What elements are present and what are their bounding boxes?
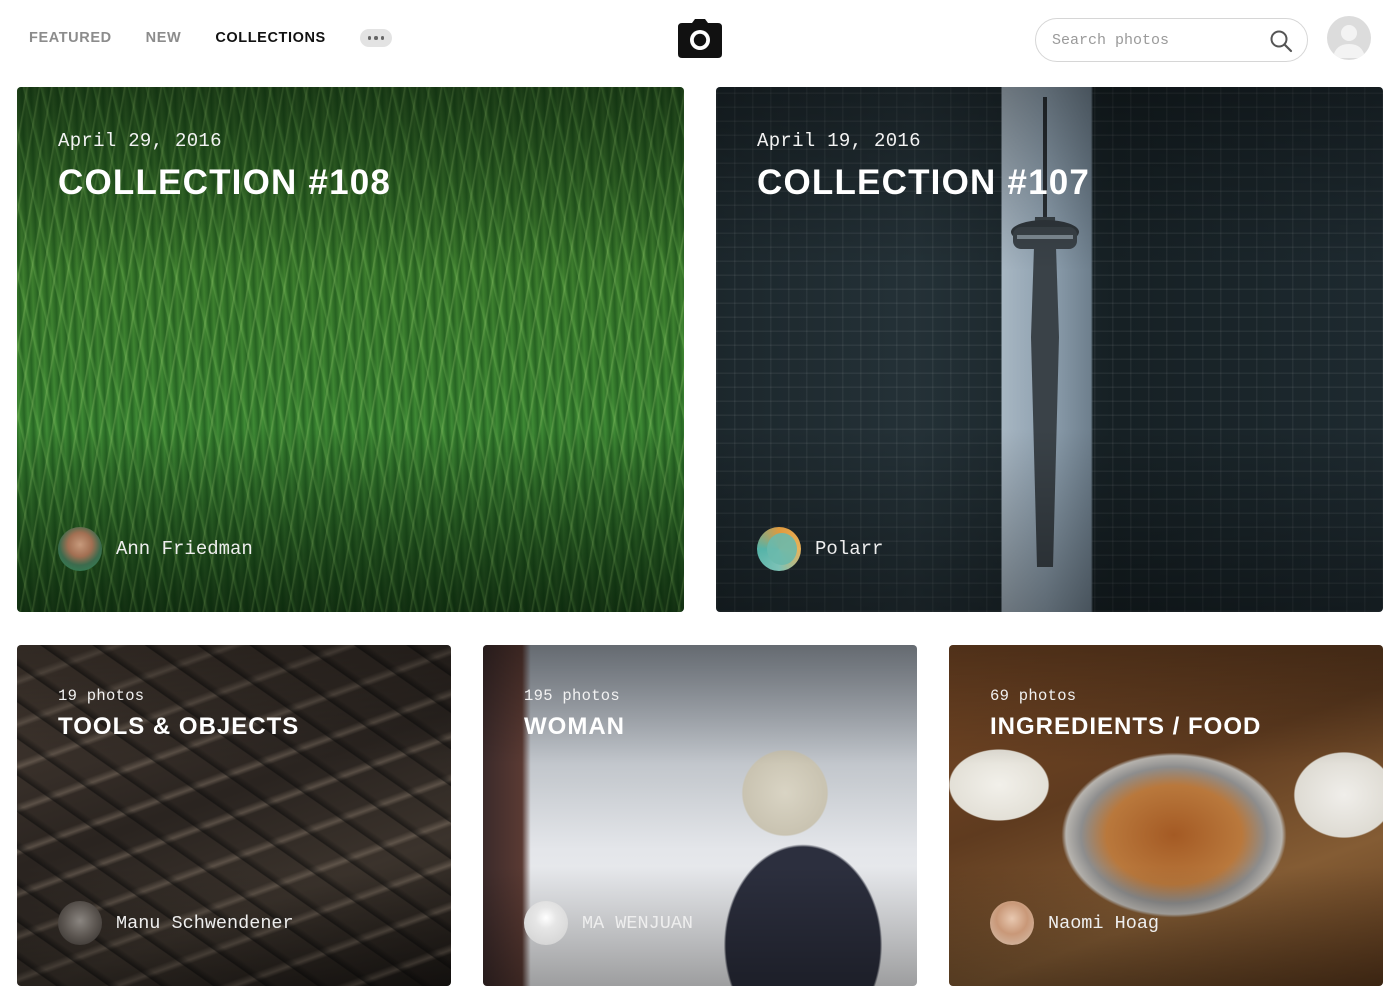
search-icon[interactable] [1269, 29, 1293, 53]
collection-card-tools-objects[interactable]: 19 photos TOOLS & OBJECTS Manu Schwenden… [17, 645, 451, 986]
collection-card-107[interactable]: April 19, 2016 COLLECTION #107 Polarr [716, 87, 1383, 612]
card-title[interactable]: COLLECTION #108 [58, 163, 391, 203]
card-author[interactable]: Ann Friedman [58, 527, 253, 571]
card-photo-count: 19 photos [58, 687, 145, 705]
nav-collections[interactable]: COLLECTIONS [215, 29, 326, 47]
card-title[interactable]: TOOLS & OBJECTS [58, 713, 299, 741]
card-author[interactable]: Naomi Hoag [990, 901, 1159, 945]
card-title[interactable]: COLLECTION #107 [757, 163, 1090, 203]
card-date: April 19, 2016 [757, 130, 921, 152]
card-author[interactable]: Manu Schwendener [58, 901, 294, 945]
card-title[interactable]: WOMAN [524, 713, 625, 741]
top-bar: FEATURED NEW COLLECTIONS [0, 0, 1400, 78]
card-author[interactable]: Polarr [757, 527, 883, 571]
author-name: Manu Schwendener [116, 912, 294, 934]
author-avatar [58, 527, 102, 571]
author-avatar [58, 901, 102, 945]
card-date: April 29, 2016 [58, 130, 222, 152]
author-avatar [990, 901, 1034, 945]
collection-card-108[interactable]: April 29, 2016 COLLECTION #108 Ann Fried… [17, 87, 684, 612]
card-title[interactable]: INGREDIENTS / FOOD [990, 713, 1261, 741]
author-avatar [757, 527, 801, 571]
author-name: MA WENJUAN [582, 912, 694, 934]
author-name: Polarr [815, 538, 884, 560]
card-photo-count: 195 photos [524, 687, 621, 705]
card-photo-count: 69 photos [990, 687, 1077, 705]
author-name: Naomi Hoag [1048, 912, 1160, 934]
main-nav: FEATURED NEW COLLECTIONS [29, 29, 392, 47]
search-input[interactable] [1052, 30, 1262, 50]
more-menu-button[interactable] [359, 29, 392, 47]
search-box [1035, 18, 1308, 62]
nav-featured[interactable]: FEATURED [29, 29, 112, 47]
nav-new[interactable]: NEW [146, 29, 182, 47]
collection-card-ingredients-food[interactable]: 69 photos INGREDIENTS / FOOD Naomi Hoag [949, 645, 1383, 986]
user-avatar[interactable] [1327, 16, 1371, 60]
camera-logo-icon[interactable] [678, 18, 722, 58]
author-avatar [524, 901, 568, 945]
user-silhouette-icon [1333, 25, 1365, 58]
author-name: Ann Friedman [116, 538, 253, 560]
card-author[interactable]: MA WENJUAN [524, 901, 693, 945]
ellipsis-icon [367, 36, 372, 40]
collection-card-woman[interactable]: 195 photos WOMAN MA WENJUAN [483, 645, 917, 986]
